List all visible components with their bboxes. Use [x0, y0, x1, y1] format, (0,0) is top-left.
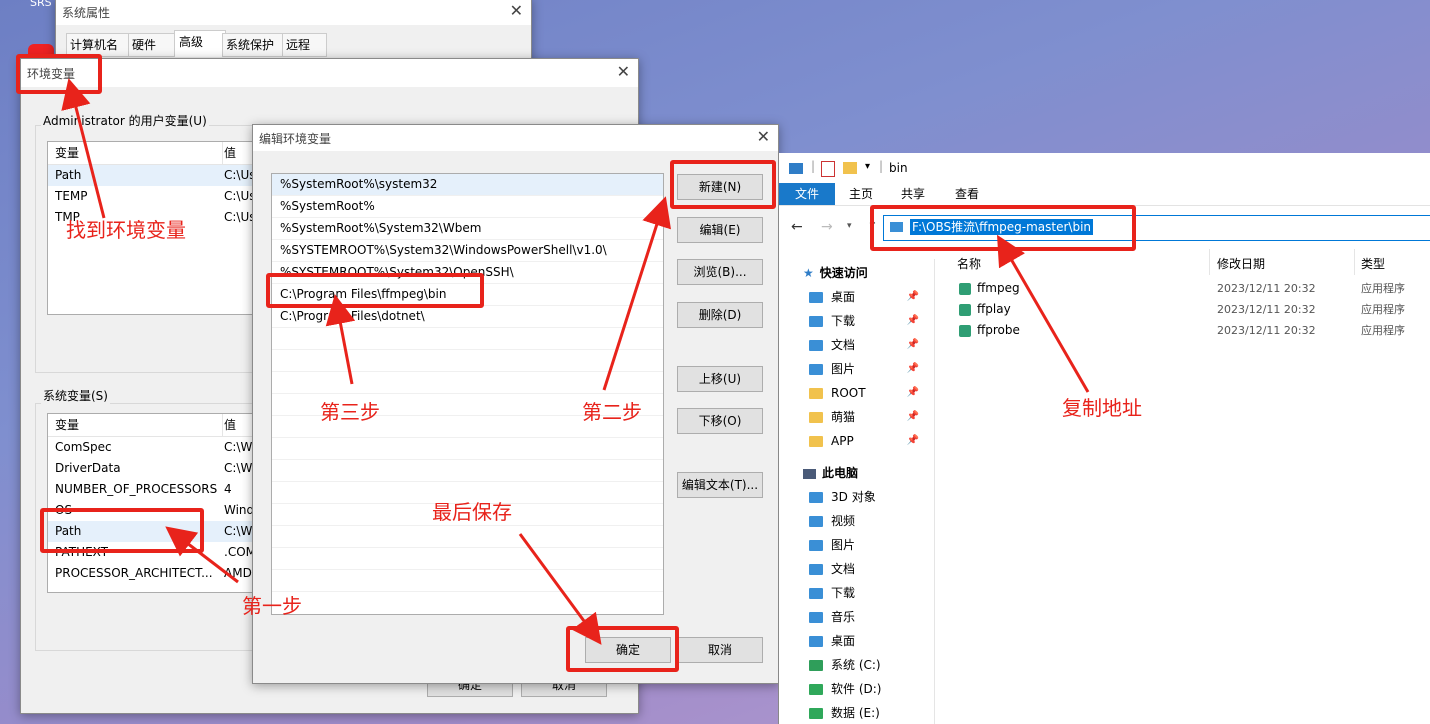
annotation-step3: 第三步 — [320, 400, 380, 424]
annotation-find-env: 找到环境变量 — [66, 218, 186, 242]
annotation-arrows — [61, 78, 1090, 645]
annotation-save: 最后保存 — [432, 500, 512, 524]
annotation-step1: 第一步 — [242, 594, 302, 618]
annotation-step2: 第二步 — [582, 400, 642, 424]
annotation-copy-address: 复制地址 — [1062, 396, 1142, 420]
